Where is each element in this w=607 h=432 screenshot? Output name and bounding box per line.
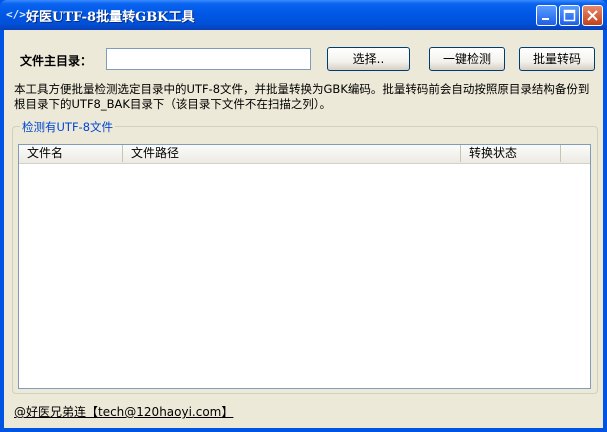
maximize-icon (563, 9, 576, 22)
tool-description: 本工具方便批量检测选定目录中的UTF-8文件，并批量转换为GBK编码。批量转码前… (14, 82, 590, 111)
detect-button[interactable]: 一键检测 (429, 47, 505, 71)
window-title: 好医UTF-8批量转GBK工具 (26, 10, 195, 25)
title-bar[interactable]: </> 好医UTF-8批量转GBK工具 (0, 0, 607, 30)
column-filepath[interactable]: 文件路径 (123, 145, 461, 162)
client-area: 文件主目录： 选择.. 一键检测 批量转码 本工具方便批量检测选定目录中的UTF… (4, 30, 603, 428)
list-header: 文件名 文件路径 转换状态 (19, 145, 590, 164)
directory-input[interactable] (106, 48, 311, 70)
app-window: </> 好医UTF-8批量转GBK工具 文件主目录： 选择.. 一键检测 批量转… (0, 0, 607, 432)
minimize-button[interactable] (536, 5, 557, 26)
results-group-title: 检测有UTF-8文件 (20, 119, 116, 135)
column-status[interactable]: 转换状态 (461, 145, 561, 162)
contact-link[interactable]: @好医兄弟连【tech@120haoyi.com】 (14, 403, 233, 420)
minimize-icon (542, 18, 549, 20)
column-filename[interactable]: 文件名 (19, 145, 123, 162)
close-button[interactable] (582, 5, 603, 26)
browse-button[interactable]: 选择.. (327, 47, 410, 71)
batch-convert-button[interactable]: 批量转码 (519, 47, 595, 71)
directory-label: 文件主目录： (20, 54, 93, 68)
maximize-button[interactable] (559, 5, 580, 26)
results-list[interactable]: 文件名 文件路径 转换状态 (18, 144, 591, 389)
code-brackets-icon: </> (6, 8, 26, 21)
close-icon (587, 10, 598, 21)
